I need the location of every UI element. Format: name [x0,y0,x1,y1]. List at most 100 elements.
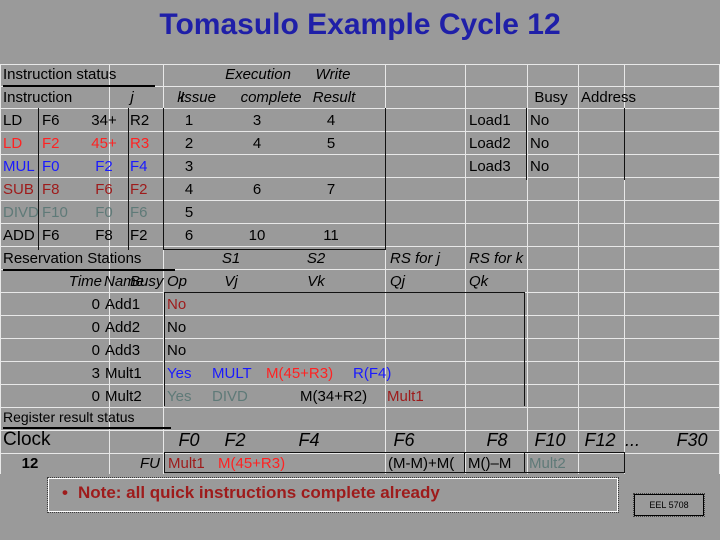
rs-header-busy: Busy [130,273,164,290]
load-name: Load1 [469,112,511,129]
rs-vj: M(45+R3) [266,365,334,382]
fu-value: Mult2 [529,455,566,472]
register-header: F0 [178,430,200,450]
instr-write: 11 [323,227,339,244]
rs-block-right-border [524,292,525,406]
instr-col-sep [38,108,39,250]
rs-for-k-group-header: RS for k [469,250,524,267]
load-name: Load3 [469,158,511,175]
instr-k-offset: 45+ [91,135,117,152]
instr-issue: 6 [184,227,194,244]
fu-value: M(45+R3) [218,455,286,472]
rs-qj [390,364,460,384]
gridline-h [0,200,720,201]
tomasulo-spreadsheet: Instruction status Execution Write Instr… [0,64,720,474]
slide-canvas: Tomasulo Example Cycle 12 Instruction st [0,0,720,540]
regstatus-left-border [164,452,165,473]
bullet-icon: • [62,483,68,502]
rs-qk [469,364,529,384]
course-badge-label: EEL 5708 [649,500,689,510]
instr-k-reg: F6 [130,204,148,221]
rs-qk [469,387,529,407]
fu-value: (M-M)+M( [388,455,455,472]
rs-busy: No [167,342,187,359]
instr-op: LD [3,112,23,129]
rs-name: Mult1 [105,365,142,382]
instr-op: LD [3,135,23,152]
note-label: Note: all quick instructions complete al… [78,483,440,502]
instr-complete: 6 [252,181,262,198]
gridline-h [0,177,720,178]
regstatus-col-sep [524,452,525,473]
load-address-col-border [624,108,625,180]
note-callout-text: • Note: all quick instructions complete a… [62,483,622,503]
load-busy: No [530,135,550,152]
rs-qk [469,341,529,361]
instr-k-reg: R2 [130,112,150,129]
regstatus-bottom-border [164,472,624,473]
load-busy-header: Busy [534,89,568,106]
rs-time: 0 [91,296,100,313]
gridline-h [0,246,720,247]
rs-vk: M(34+R2) [300,388,368,405]
register-header: F8 [486,430,508,450]
rs-name: Add3 [105,342,141,359]
rs-qj [390,295,460,315]
header-write-result: Result [312,89,356,106]
fu-value [300,454,380,474]
rs-header-qk: Qk [469,273,489,290]
rs-header-vk: Vk [307,273,325,290]
rs-vk [300,341,384,361]
register-header: F12 [584,430,616,450]
instr-block-left-border [163,108,164,250]
rs-busy: No [167,319,187,336]
instr-op: MUL [3,158,35,175]
rs-name: Add1 [105,296,141,313]
rs-busy: Yes [167,388,192,405]
load-address [581,134,659,154]
register-header: F2 [224,430,246,450]
rs-busy-col-border [164,292,165,406]
page-title: Tomasulo Example Cycle 12 [159,8,561,41]
rs-op [167,295,207,315]
reservation-stations-label: Reservation Stations [3,249,175,271]
register-header: F4 [298,430,320,450]
regstatus-right-border [624,452,625,473]
instr-issue: 5 [184,204,194,221]
instr-col-sep [128,108,129,250]
rs-qj [390,318,460,338]
instr-issue: 4 [184,181,194,198]
gridline-h [0,131,720,132]
instr-complete: 10 [248,227,266,244]
gridline-h [0,108,720,109]
rs-header-vj: Vj [224,273,238,290]
instr-k-offset: F6 [95,181,113,198]
instr-k-offset: 34+ [91,112,117,129]
rs-time: 3 [91,365,100,382]
header-instruction: Instruction [3,89,73,106]
instr-j: F6 [42,227,60,244]
rs-time: 0 [91,342,100,359]
regstatus-top-border [164,452,624,453]
rs-block-top-border [164,292,525,293]
rs-for-j-group-header: RS for j [390,250,441,267]
gridline-h [0,223,720,224]
rs-busy: Yes [167,365,192,382]
load-busy: No [530,158,550,175]
instr-issue: 1 [184,112,194,129]
instr-issue: 3 [184,158,194,175]
s1-group-header: S1 [221,250,241,267]
load-busy-col-border [526,108,527,180]
rs-qj: Mult1 [387,388,424,405]
load-address-header: Address [581,89,637,106]
instr-write [300,203,362,223]
rs-qk [469,318,529,338]
instr-k-reg: F4 [130,158,148,175]
load-address [581,157,659,177]
instr-k-offset: F2 [95,158,113,175]
rs-header-qj: Qj [390,273,405,290]
register-header-ellipsis: ... [625,430,641,450]
header-j: j [130,89,134,106]
clock-value: 12 [21,455,39,472]
regstatus-col-sep [464,452,465,473]
